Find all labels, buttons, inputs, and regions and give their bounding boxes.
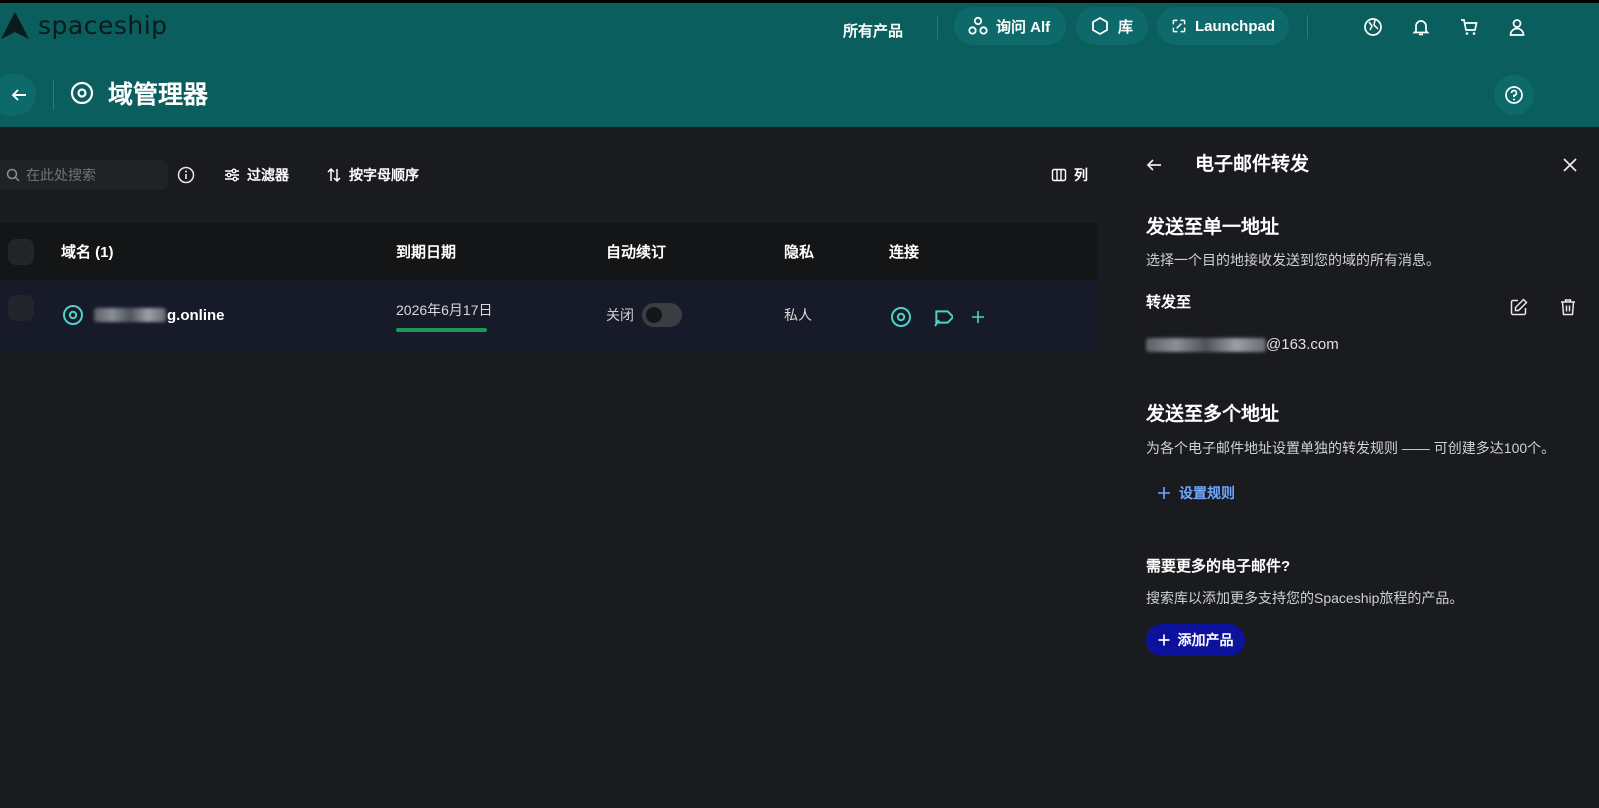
question-icon [1505,86,1523,104]
columns-icon [1051,168,1067,182]
auto-renew-toggle[interactable] [642,303,682,327]
column-header-connect[interactable]: 连接 [889,223,919,280]
domain-name[interactable]: g.online [167,307,225,324]
plus-icon [1158,487,1170,499]
help-button[interactable] [1494,75,1534,115]
filter-button[interactable]: 过滤器 [224,160,289,190]
select-all-checkbox[interactable] [8,239,34,265]
page-title-group: 域管理器 [70,72,208,114]
expiry-progress-bar [396,328,487,332]
panel-header: 电子邮件转发 [1097,149,1599,181]
columns-button[interactable]: 列 [1051,160,1088,190]
sliders-icon [225,168,239,182]
single-address-heading: 发送至单一地址 [1146,217,1280,238]
panel-close-button[interactable] [1558,153,1582,177]
library-button[interactable]: 库 [1076,7,1148,45]
domain-cell[interactable]: g.online [62,302,225,328]
columns-label: 列 [1074,167,1088,183]
trash-icon [1561,299,1575,316]
ask-alf-label: 询问 Alf [996,18,1051,36]
search-box[interactable] [0,160,168,190]
single-address-description: 选择一个目的地接收发送到您的域的所有消息。 [1146,252,1440,268]
forward-email-domain: @163.com [1266,336,1339,353]
table-row[interactable]: g.online 2026年6月17日 关闭 私人 [0,280,1097,351]
redacted-text [1146,337,1266,352]
ask-alf-button[interactable]: 询问 Alf [954,7,1066,45]
expiry-date: 2026年6月17日 [396,302,493,318]
more-email-description: 搜索库以添加更多支持您的Spaceship旅程的产品。 [1146,590,1464,606]
domains-table: 域名 (1) 到期日期 自动续订 隐私 连接 g.online 2026年6月1… [0,223,1097,351]
tag-icon[interactable] [930,305,954,329]
auto-renew-cell: 关闭 [606,302,682,328]
library-label: 库 [1118,18,1134,36]
table-header: 域名 (1) 到期日期 自动续订 隐私 连接 [0,223,1097,280]
column-header-expiry[interactable]: 到期日期 [396,223,456,280]
column-header-privacy[interactable]: 隐私 [784,223,814,280]
delete-button[interactable] [1556,295,1580,319]
edit-button[interactable] [1507,295,1531,319]
edit-icon [1510,298,1528,316]
header-bar: spaceship 所有产品 询问 Alf 库 Launchpad 域管理器 [0,3,1599,127]
domain-status-icon [63,305,83,325]
launchpad-icon [1172,19,1186,33]
email-forwarding-panel: 电子邮件转发 发送至单一地址 选择一个目的地接收发送到您的域的所有消息。 转发至… [1097,127,1599,808]
bell-icon[interactable] [1409,15,1433,39]
expiry-cell: 2026年6月17日 [396,300,493,332]
forward-email: @163.com [1146,336,1339,353]
privacy-value: 私人 [784,307,812,323]
nav-divider [937,15,938,39]
toggle-knob [646,307,662,323]
arrow-left-icon [11,89,26,101]
multiple-address-description: 为各个电子邮件地址设置单独的转发规则 —— 可创建多达100个。 [1146,440,1556,456]
add-connection-icon[interactable] [966,305,990,329]
arrow-left-icon [1146,159,1161,171]
hexagon-icon [1092,16,1108,36]
title-divider [53,80,54,110]
nav-divider [1307,15,1308,39]
language-icon[interactable] [1361,15,1385,39]
setup-rule-label: 设置规则 [1179,485,1235,501]
launchpad-button[interactable]: Launchpad [1157,7,1289,45]
logo-text: spaceship [38,10,168,40]
sort-button[interactable]: 按字母顺序 [326,160,419,190]
cart-icon[interactable] [1457,15,1481,39]
spaceship-logo-icon [1,12,29,39]
info-icon [177,166,195,184]
all-products-link[interactable]: 所有产品 [843,13,903,47]
column-header-auto-renew[interactable]: 自动续订 [606,223,666,280]
add-product-button[interactable]: 添加产品 [1146,624,1245,656]
search-input[interactable] [26,167,156,183]
close-icon [1563,158,1577,172]
search-info-button[interactable] [177,160,202,190]
setup-rule-button[interactable]: 设置规则 [1157,483,1235,503]
domain-icon [70,81,94,105]
dns-icon[interactable] [889,305,913,329]
alf-icon [968,16,988,35]
filter-label: 过滤器 [247,167,289,183]
multiple-address-heading: 发送至多个地址 [1146,404,1280,425]
back-button[interactable] [0,74,36,116]
page-title: 域管理器 [108,81,209,109]
sort-label: 按字母顺序 [349,167,419,183]
search-icon [6,168,20,182]
add-product-label: 添加产品 [1177,632,1234,648]
plus-icon [1158,634,1169,646]
row-checkbox[interactable] [8,295,34,321]
launchpad-label: Launchpad [1194,17,1275,35]
toolbar: 过滤器 按字母顺序 列 [0,160,1097,190]
connect-cell [889,304,990,330]
logo[interactable]: spaceship [0,9,168,41]
column-header-domain[interactable]: 域名 (1) [61,223,114,280]
panel-title: 电子邮件转发 [1195,154,1310,175]
redacted-text [94,308,166,322]
auto-renew-label: 关闭 [606,307,634,323]
sort-icon [327,167,341,183]
panel-back-button[interactable] [1142,153,1166,177]
forward-to-label: 转发至 [1146,294,1192,311]
user-icon[interactable] [1505,15,1529,39]
more-email-heading: 需要更多的电子邮件? [1146,558,1291,575]
